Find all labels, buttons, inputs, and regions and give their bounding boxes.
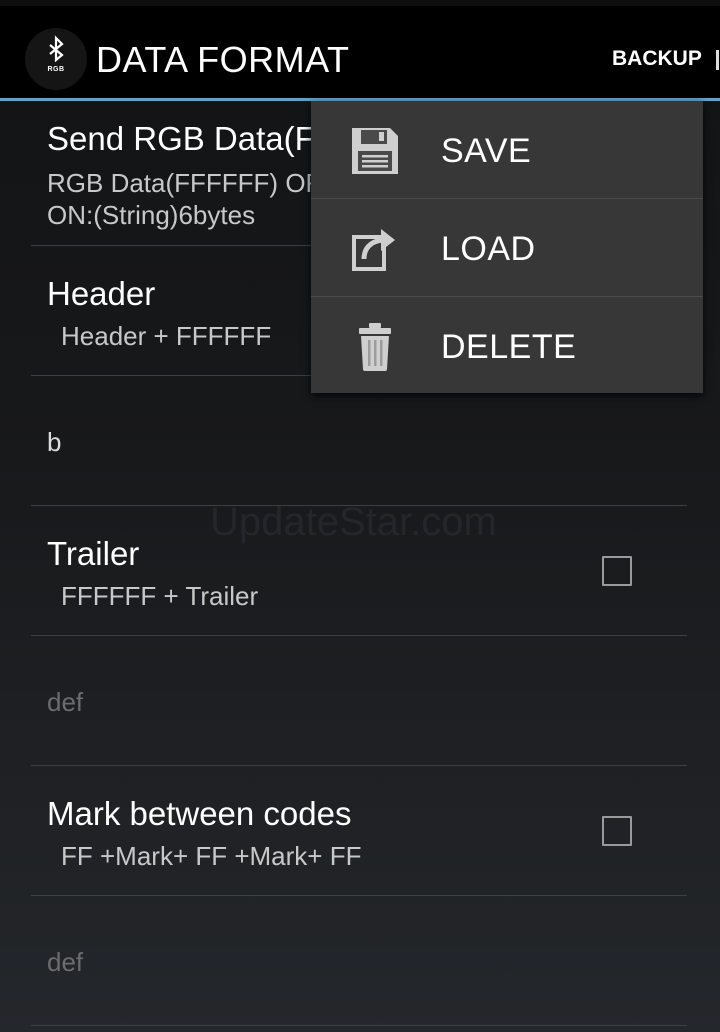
pref-header-title: Header xyxy=(47,275,156,312)
pref-trailer-summary: FFFFFF + Trailer xyxy=(61,581,259,611)
pref-send-rgb-summary-1: RGB Data(FFFFFF) OF xyxy=(47,168,322,198)
mark-value-field[interactable]: def xyxy=(47,947,83,977)
trash-icon xyxy=(359,323,391,371)
pref-send-rgb-summary-2: ON:(String)6bytes xyxy=(47,200,256,230)
menu-item-save[interactable]: SAVE xyxy=(311,101,703,199)
pref-mark-summary: FF +Mark+ FF +Mark+ FF xyxy=(61,841,362,871)
action-bar: RGB DATA FORMAT BACKUP xyxy=(0,6,720,98)
pref-trailer-title: Trailer xyxy=(47,535,140,572)
bluetooth-icon xyxy=(49,35,64,63)
app-icon[interactable]: RGB xyxy=(25,28,87,90)
menu-item-load[interactable]: LOAD xyxy=(311,199,703,297)
backup-button[interactable]: BACKUP xyxy=(612,46,702,72)
divider xyxy=(31,505,687,506)
trailer-value-field[interactable]: def xyxy=(47,687,83,717)
divider xyxy=(31,895,687,896)
divider xyxy=(31,765,687,766)
overflow-popup-menu: SAVE LOAD DELETE xyxy=(311,101,703,393)
load-icon xyxy=(352,229,395,271)
divider xyxy=(31,635,687,636)
menu-item-save-label: SAVE xyxy=(441,132,532,170)
watermark: UpdateStar.com xyxy=(210,500,497,544)
page-title: DATA FORMAT xyxy=(96,39,350,80)
trailer-checkbox[interactable] xyxy=(602,556,632,586)
app-icon-label: RGB xyxy=(47,66,65,73)
pref-header-summary: Header + FFFFFF xyxy=(61,321,272,351)
mark-checkbox[interactable] xyxy=(602,816,632,846)
save-icon xyxy=(352,128,398,174)
menu-item-delete-label: DELETE xyxy=(441,328,577,366)
menu-item-delete[interactable]: DELETE xyxy=(311,297,703,395)
pref-mark-title: Mark between codes xyxy=(47,795,352,832)
header-value-field[interactable]: b xyxy=(47,427,61,457)
pref-send-rgb-title: Send RGB Data(F xyxy=(47,120,315,157)
menu-item-load-label: LOAD xyxy=(441,230,536,268)
overflow-menu-icon[interactable] xyxy=(716,50,719,70)
divider xyxy=(31,1025,687,1026)
